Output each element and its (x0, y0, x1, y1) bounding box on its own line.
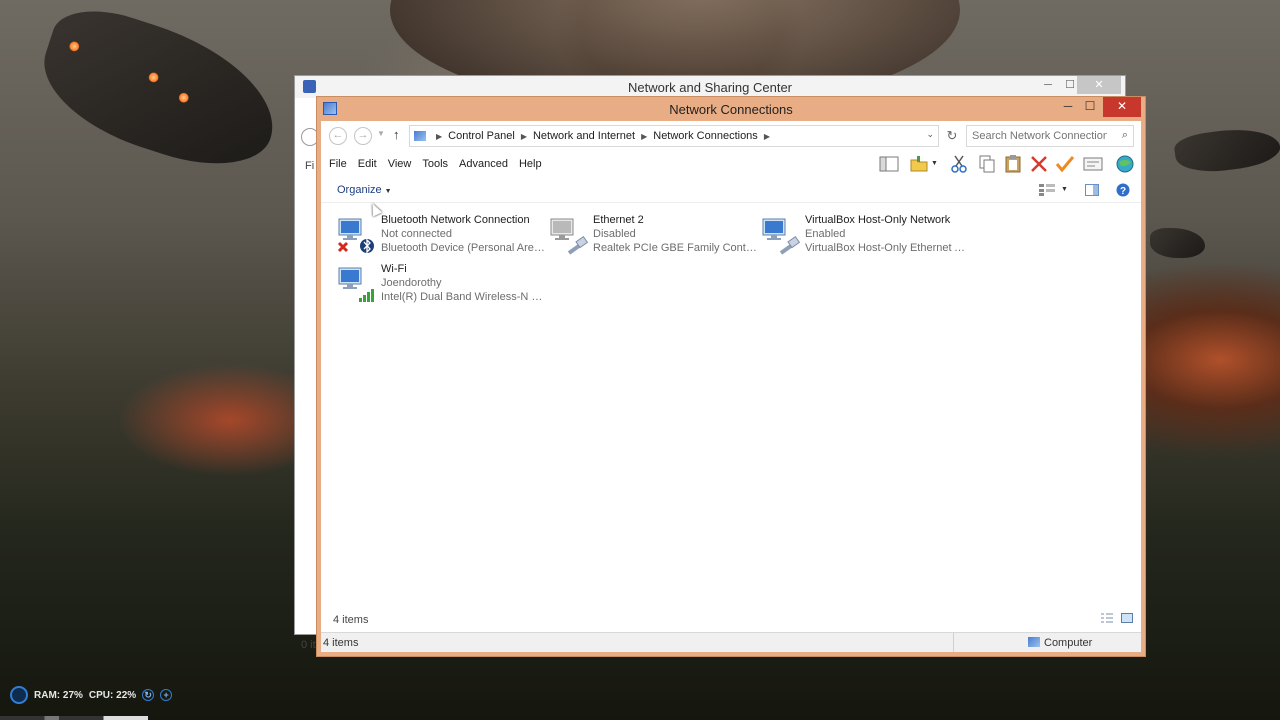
copy-icon[interactable] (977, 155, 997, 173)
connection-name: Wi-Fi (381, 263, 407, 275)
menu-row: File Edit View Tools Advanced Help ▼ (321, 151, 1141, 177)
connection-status: Enabled (805, 228, 846, 240)
svg-text:?: ? (1120, 186, 1126, 197)
connection-item-wifi[interactable]: Wi-Fi Joendorothy Intel(R) Dual Band Wir… (337, 262, 546, 308)
connection-item-bluetooth[interactable]: Bluetooth Network Connection Not connect… (337, 213, 546, 259)
connections-list: Bluetooth Network Connection Not connect… (321, 205, 1141, 608)
computer-icon (1028, 637, 1040, 647)
search-box[interactable]: ⌕ (966, 125, 1134, 147)
delete-icon[interactable] (1029, 155, 1049, 173)
connection-name: Bluetooth Network Connection (381, 214, 530, 226)
window-client: ← → ▼ ↑ ▶ Control Panel ▶ Network and In… (321, 121, 1141, 652)
folder-options-dropdown-icon[interactable]: ▼ (931, 160, 938, 167)
status-bar: 4 items Computer (321, 632, 1141, 652)
address-dropdown-icon[interactable]: ⌄ (926, 129, 934, 140)
forward-arrow-icon[interactable]: → (354, 127, 372, 145)
command-bar: Organize ▼ ▼ ? (321, 177, 1141, 203)
connection-device: Intel(R) Dual Band Wireless-N 7260 (381, 291, 546, 303)
search-icon[interactable]: ⌕ (1122, 129, 1128, 142)
wallpaper-ship-right (1172, 122, 1280, 178)
ethernet-disabled-icon (550, 218, 589, 255)
preview-pane-icon[interactable] (1085, 184, 1099, 196)
menu-bar: File Edit View Tools Advanced Help (329, 158, 542, 170)
breadcrumb-control-panel[interactable]: Control Panel (448, 130, 515, 142)
up-arrow-icon[interactable]: ↑ (393, 127, 400, 142)
status-zone: Computer (953, 633, 1143, 652)
chevron-right-icon[interactable]: ▶ (436, 132, 442, 141)
change-view-icon[interactable] (1039, 184, 1055, 196)
recent-locations-icon[interactable]: ▼ (377, 129, 385, 138)
caret-down-icon: ▼ (384, 188, 392, 195)
layout-pane-icon[interactable] (879, 155, 899, 173)
chevron-right-icon[interactable]: ▶ (764, 132, 770, 141)
breadcrumb-network-internet[interactable]: Network and Internet (533, 130, 635, 142)
menu-tools[interactable]: Tools (422, 158, 448, 170)
properties-icon[interactable] (1083, 155, 1103, 173)
connection-name: Ethernet 2 (593, 214, 644, 226)
titlebar[interactable]: Network Connections ─ ☐ ✕ (317, 97, 1145, 121)
organize-label: Organize (337, 184, 382, 196)
view-dropdown-icon[interactable]: ▼ (1061, 186, 1068, 193)
status-zone-label: Computer (1044, 637, 1093, 649)
menu-file[interactable]: File (329, 158, 347, 170)
globe-icon[interactable] (1115, 155, 1135, 173)
connection-status: Joendorothy (381, 277, 442, 289)
item-count: 4 items (333, 614, 369, 626)
ram-usage: RAM: 27% (34, 689, 83, 701)
large-icons-view-icon[interactable] (1121, 613, 1133, 623)
menu-advanced[interactable]: Advanced (459, 158, 508, 170)
organize-button[interactable]: Organize ▼ (337, 184, 392, 196)
monitor-gauge-icon[interactable] (10, 686, 28, 704)
window-title: Network Connections (669, 102, 793, 117)
back-status-partial: 0 it (301, 639, 316, 651)
connection-device: VirtualBox Host-Only Ethernet Ad... (805, 242, 970, 254)
connection-name: VirtualBox Host-Only Network (805, 214, 951, 226)
back-menu-partial: Fi (305, 160, 315, 172)
minimize-button[interactable]: ─ (1057, 97, 1079, 117)
connection-item-ethernet-2[interactable]: Ethernet 2 Disabled Realtek PCIe GBE Fam… (549, 213, 758, 259)
ethernet-network-icon (762, 218, 801, 255)
close-button[interactable]: ✕ (1103, 97, 1141, 117)
checkmark-icon[interactable] (1055, 155, 1075, 173)
refresh-icon[interactable]: ↻ (942, 125, 962, 147)
network-connections-window[interactable]: Network Connections ─ ☐ ✕ ← → ▼ ↑ ▶ Cont… (316, 96, 1146, 657)
connection-item-virtualbox[interactable]: VirtualBox Host-Only Network Enabled Vir… (761, 213, 970, 259)
back-close-button[interactable]: ✕ (1077, 76, 1121, 94)
status-item-count: 4 items (323, 637, 359, 649)
breadcrumb: ▶ Control Panel ▶ Network and Internet ▶… (430, 130, 776, 142)
help-icon[interactable]: ? (1116, 183, 1130, 197)
items-summary: 4 items (321, 608, 1141, 632)
add-monitor-icon[interactable]: + (160, 689, 173, 701)
taskbar-edge (0, 716, 148, 720)
wallpaper-ship-small (1150, 228, 1205, 258)
cut-icon[interactable] (949, 155, 969, 173)
refresh-monitor-icon[interactable]: ↻ (142, 689, 155, 701)
back-window-title: Network and Sharing Center (627, 80, 793, 95)
address-row: ← → ▼ ↑ ▶ Control Panel ▶ Network and In… (321, 121, 1141, 151)
menu-view[interactable]: View (388, 158, 412, 170)
menu-edit[interactable]: Edit (358, 158, 377, 170)
connection-status: Disabled (593, 228, 636, 240)
chevron-right-icon[interactable]: ▶ (521, 132, 527, 141)
paste-icon[interactable] (1003, 155, 1023, 173)
search-input[interactable] (967, 126, 1107, 146)
back-titlebar[interactable]: Network and Sharing Center ─ ☐ ✕ (295, 76, 1125, 98)
connection-status: Not connected (381, 228, 452, 240)
maximize-button[interactable]: ☐ (1079, 97, 1101, 117)
folder-options-icon[interactable] (909, 155, 929, 173)
back-arrow-icon[interactable]: ← (329, 127, 347, 145)
wallpaper-ship (27, 0, 293, 185)
wifi-network-icon (338, 267, 374, 302)
chevron-right-icon[interactable]: ▶ (641, 132, 647, 141)
details-view-icon[interactable] (1101, 613, 1113, 623)
address-bar[interactable]: ▶ Control Panel ▶ Network and Internet ▶… (409, 125, 939, 147)
control-panel-location-icon (414, 131, 426, 141)
connection-device: Bluetooth Device (Personal Area ... (381, 242, 546, 254)
bluetooth-network-icon (337, 218, 374, 254)
connection-device: Realtek PCIe GBE Family Controller (593, 242, 758, 254)
menu-help[interactable]: Help (519, 158, 542, 170)
system-monitor: RAM: 27% CPU: 22% ↻ + (10, 684, 173, 706)
breadcrumb-network-connections[interactable]: Network Connections (653, 130, 758, 142)
cpu-usage: CPU: 22% (88, 689, 137, 701)
